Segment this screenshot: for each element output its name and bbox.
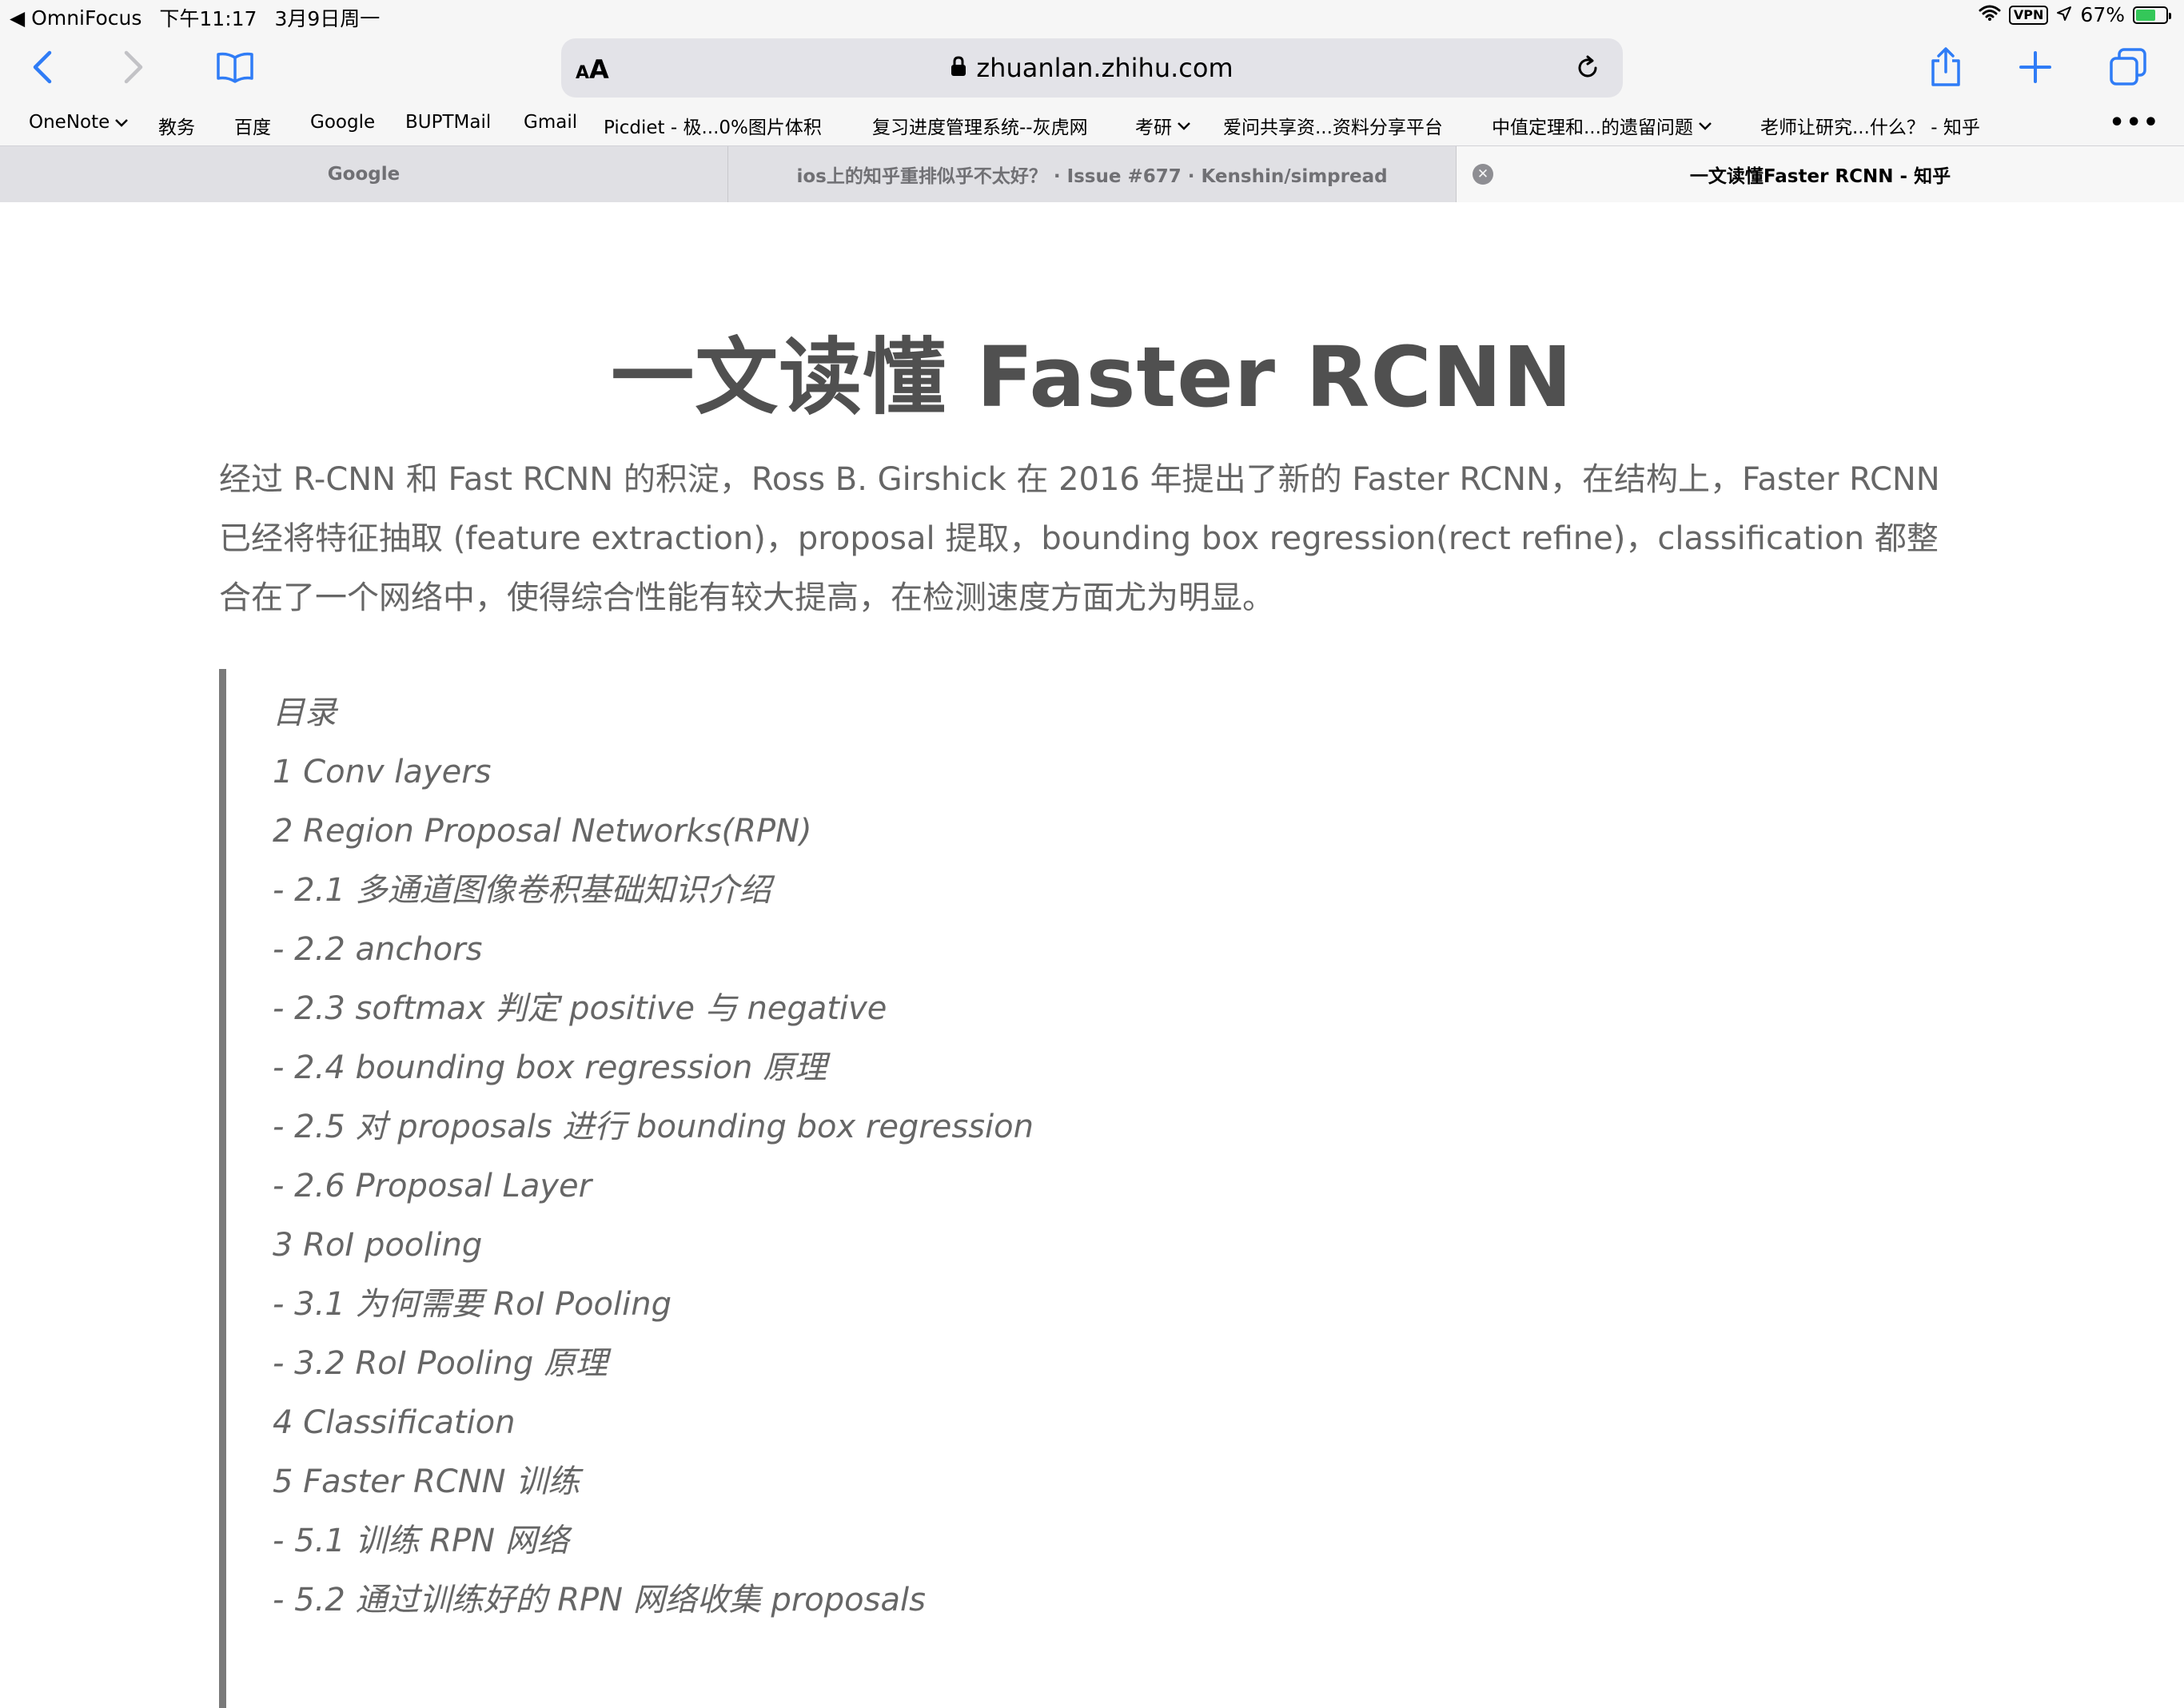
ellipsis-icon: •••: [2109, 109, 2160, 137]
address-bar[interactable]: A A zhuanlan.zhihu.com: [561, 38, 1623, 98]
battery-nub: [2169, 12, 2171, 19]
tabs-overview-button[interactable]: [2104, 43, 2152, 91]
battery-fill: [2136, 9, 2155, 21]
status-left: ◀ OmniFocus 下午11:17 3月9日周一: [10, 3, 380, 32]
bookmark-label: 百度: [234, 117, 271, 138]
bookmark-label: 老师让研究...什么？ - 知乎: [1760, 117, 1980, 138]
tab-faster-rcnn[interactable]: ✕ 一文读懂Faster RCNN - 知乎: [1457, 146, 2184, 202]
bookmarks-bar: OneNote 教务 百度 Google BUPTMail Gmail Picd…: [0, 104, 2184, 144]
battery-icon: [2133, 6, 2171, 24]
bookmark-item[interactable]: 老师让研究...什么？ - 知乎: [1760, 112, 1980, 139]
bookmark-item[interactable]: 百度: [234, 112, 271, 139]
status-bar: ◀ OmniFocus 下午11:17 3月9日周一 VPN 67%: [0, 0, 2184, 32]
toc-item: - 3.1 为何需要 RoI Pooling: [273, 1286, 672, 1323]
bookmark-label: 中值定理和...的遗留问题: [1492, 117, 1693, 138]
chevron-down-icon: [1698, 115, 1712, 136]
chevron-left-icon: [33, 50, 52, 84]
toc-item: - 2.4 bounding box regression 原理: [273, 1049, 827, 1086]
bookmark-label: 考研: [1135, 117, 1172, 138]
tab-bar: Google ios上的知乎重排似乎不太好？ · Issue #677 · Ke…: [0, 145, 2184, 202]
bookmark-folder-kaoyan[interactable]: 考研: [1135, 112, 1191, 139]
chevron-right-icon: [124, 50, 143, 84]
article-title: 一文读懂 Faster RCNN: [611, 328, 1573, 426]
bookmark-label: OneNote: [29, 112, 110, 133]
share-button[interactable]: [1922, 43, 1970, 91]
status-time: 下午11:17: [159, 7, 257, 30]
table-of-contents: 目录 1 Conv layers 2 Region Proposal Netwo…: [219, 669, 1962, 1708]
close-tab-icon[interactable]: ✕: [1473, 164, 1493, 185]
toc-item: - 3.2 RoI Pooling 原理: [273, 1345, 608, 1382]
toc-item: - 5.2 通过训练好的 RPN 网络收集 proposals: [273, 1582, 926, 1618]
back-to-app-link[interactable]: ◀ OmniFocus: [10, 6, 141, 30]
battery-percent: 67%: [2080, 3, 2125, 26]
web-page: 一文读懂 Faster RCNN 经过 R-CNN 和 Fast RCNN 的积…: [0, 202, 2184, 1708]
bookmark-item[interactable]: 复习进度管理系统--灰虎网: [872, 112, 1088, 139]
bookmark-label: Google: [310, 112, 376, 133]
bookmarks-button[interactable]: [211, 43, 259, 91]
article-intro: 经过 R-CNN 和 Fast RCNN 的积淀，Ross B. Girshic…: [219, 461, 1940, 616]
bookmark-label: Gmail: [524, 112, 578, 133]
toc-item: - 2.2 anchors: [273, 931, 483, 968]
wifi-icon: [1979, 3, 2001, 26]
bookmark-folder-zhongzhi[interactable]: 中值定理和...的遗留问题: [1492, 112, 1712, 139]
bookmark-item[interactable]: 教务: [158, 112, 195, 139]
chevron-down-icon: [1177, 115, 1191, 136]
bookmark-label: 爱问共享资...资料分享平台: [1223, 117, 1443, 138]
tabs-icon: [2110, 48, 2146, 86]
tab-simpread-issue[interactable]: ios上的知乎重排似乎不太好？ · Issue #677 · Kenshin/s…: [728, 146, 1456, 202]
new-tab-button[interactable]: [2011, 43, 2059, 91]
bookmark-label: 复习进度管理系统--灰虎网: [872, 117, 1088, 138]
toc-item: - 2.6 Proposal Layer: [273, 1168, 592, 1204]
tab-title: ios上的知乎重排似乎不太好？ · Issue #677 · Kenshin/s…: [796, 166, 1388, 187]
open-book-icon: [217, 52, 253, 83]
toc-item: 3 RoI pooling: [273, 1227, 483, 1264]
toc-item: 2 Region Proposal Networks(RPN): [273, 813, 812, 850]
bookmark-label: Picdiet - 极...0%图片体积: [604, 117, 822, 138]
bookmark-label: BUPTMail: [405, 112, 492, 133]
tab-google[interactable]: Google: [0, 146, 727, 202]
bookmark-item[interactable]: Picdiet - 极...0%图片体积: [604, 112, 822, 139]
toc-item: - 2.3 softmax 判定 positive 与 negative: [273, 990, 887, 1027]
lock-icon: [951, 53, 966, 83]
browser-chrome: ◀ OmniFocus 下午11:17 3月9日周一 VPN 67% A A z…: [0, 0, 2184, 202]
bookmark-item[interactable]: Google: [310, 112, 375, 133]
share-icon: [1931, 47, 1960, 86]
bookmark-folder-onenote[interactable]: OneNote: [29, 112, 129, 133]
plus-icon: [2019, 51, 2051, 83]
toc-item: - 2.1 多通道图像卷积基础知识介绍: [273, 872, 771, 909]
bookmark-item[interactable]: 爱问共享资...资料分享平台: [1223, 112, 1443, 139]
chevron-down-icon: [114, 112, 129, 133]
bookmark-item[interactable]: BUPTMail: [405, 112, 491, 133]
more-bookmarks-button[interactable]: •••: [2109, 109, 2160, 137]
vpn-badge: VPN: [2008, 5, 2049, 25]
back-button[interactable]: [19, 43, 67, 91]
forward-button[interactable]: [109, 43, 157, 91]
bookmark-label: 教务: [158, 117, 195, 138]
toc-heading: 目录: [273, 695, 337, 731]
tab-title: Google: [327, 164, 401, 185]
bookmark-item[interactable]: Gmail: [524, 112, 577, 133]
status-date: 3月9日周一: [274, 7, 381, 30]
toc-item: 4 Classification: [273, 1404, 516, 1441]
tab-title: 一文读懂Faster RCNN - 知乎: [1689, 166, 1951, 187]
url-text: zhuanlan.zhihu.com: [976, 53, 1233, 83]
status-right: VPN 67%: [1979, 3, 2171, 26]
toc-item: 5 Faster RCNN 训练: [273, 1463, 580, 1500]
toc-item: 1 Conv layers: [273, 754, 492, 790]
toc-item: - 2.5 对 proposals 进行 bounding box regres…: [273, 1109, 1034, 1145]
location-arrow-icon: [2056, 3, 2072, 26]
toc-item: - 5.1 训练 RPN 网络: [273, 1523, 569, 1559]
reload-icon: [1578, 55, 1597, 78]
url-display[interactable]: zhuanlan.zhihu.com: [561, 38, 1623, 98]
toolbar: A A zhuanlan.zhihu.com: [0, 32, 2184, 104]
reload-button[interactable]: [1564, 44, 1612, 92]
